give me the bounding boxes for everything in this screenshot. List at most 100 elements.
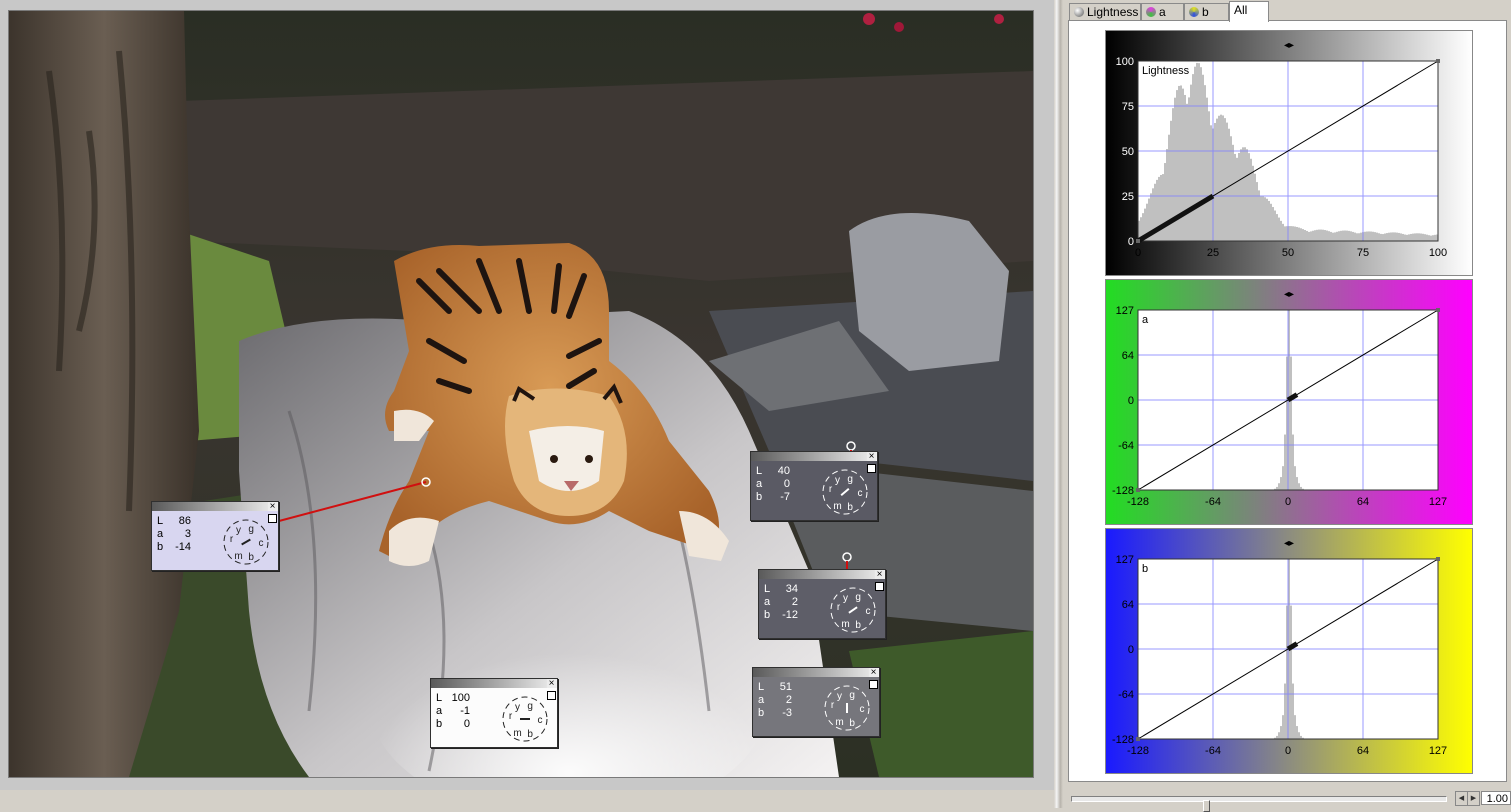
probe-title-bar[interactable] bbox=[759, 570, 885, 579]
L-value: 86 bbox=[178, 515, 191, 527]
y-tick-label: -128 bbox=[1112, 485, 1134, 497]
zoom-slider-thumb[interactable] bbox=[1203, 800, 1210, 812]
probe-title-bar[interactable] bbox=[152, 502, 278, 511]
x-tick-label: 127 bbox=[1429, 745, 1447, 757]
L-label: L bbox=[758, 681, 765, 693]
L-value: 51 bbox=[779, 681, 792, 693]
dial-letter-r: r bbox=[230, 534, 234, 545]
y-tick-label: -64 bbox=[1118, 689, 1134, 701]
L-label: L bbox=[764, 583, 771, 595]
curve-handle-end bbox=[1436, 557, 1440, 561]
dial-letter-g: g bbox=[847, 474, 853, 485]
x-tick-label: 0 bbox=[1285, 745, 1291, 757]
dial-letter-g: g bbox=[248, 524, 254, 535]
close-icon[interactable]: × bbox=[867, 452, 876, 462]
tiger-photo[interactable] bbox=[8, 10, 1034, 778]
L-label: L bbox=[436, 692, 443, 704]
curve-channel-label: Lightness bbox=[1142, 65, 1190, 77]
tab-label: All bbox=[1234, 3, 1248, 17]
curve-handle-end bbox=[1436, 59, 1440, 63]
x-tick-label: 127 bbox=[1429, 496, 1447, 508]
dial-needle bbox=[848, 606, 858, 614]
lightness-curve-panel[interactable]: ◂▸ Lightness 0 25 50 75 100 100 75 50 25 0 bbox=[1105, 30, 1473, 276]
zoom-bar: ◀ ▶ 1.00 bbox=[1063, 788, 1511, 812]
image-panel: × . L86 a3 b-14 rygcbm × . L40 a0 b-7 ry… bbox=[0, 0, 1054, 790]
dial-letter-y: y bbox=[835, 475, 840, 486]
x-tick-label: -64 bbox=[1205, 496, 1221, 508]
b-label: b bbox=[157, 541, 164, 553]
x-tick-label: 25 bbox=[1207, 247, 1219, 259]
panel-splitter[interactable] bbox=[1054, 0, 1063, 808]
b-label: b bbox=[436, 718, 443, 730]
color-probe-2[interactable]: × . L40 a0 b-7 rygcbm bbox=[750, 451, 878, 521]
b-value: -7 bbox=[780, 491, 790, 503]
hue-dial-icon: ry gcbm bbox=[830, 587, 876, 633]
tab-b[interactable]: b bbox=[1184, 3, 1229, 20]
x-tick-label: 64 bbox=[1357, 745, 1369, 757]
a-curve[interactable]: ◂▸ a -128 -64 0 64 127 127 64 0 -64 -128 bbox=[1106, 280, 1472, 524]
expand-arrows-icon: ◂▸ bbox=[1284, 40, 1294, 51]
zoom-value[interactable]: 1.00 bbox=[1481, 791, 1511, 805]
color-probe-1[interactable]: × . L86 a3 b-14 rygcbm bbox=[151, 501, 279, 571]
x-tick-label: 64 bbox=[1357, 496, 1369, 508]
color-probe-4[interactable]: × . L100 a-1 b0 rygcbm bbox=[430, 678, 558, 748]
zoom-slider[interactable] bbox=[1071, 796, 1447, 812]
b-label: b bbox=[764, 609, 771, 621]
probe-values: L 51 a 2 b -3 bbox=[758, 681, 792, 720]
dial-letter-b: b bbox=[248, 552, 254, 563]
dial-letter-y: y bbox=[236, 525, 241, 536]
x-tick-label: 75 bbox=[1357, 247, 1369, 259]
probe-title-bar[interactable] bbox=[753, 668, 879, 677]
lightness-curve[interactable]: ◂▸ Lightness 0 25 50 75 100 100 75 50 25 0 bbox=[1106, 31, 1472, 275]
probe-title-bar[interactable] bbox=[431, 679, 557, 688]
L-label: L bbox=[157, 515, 164, 527]
color-probe-5[interactable]: × . L51 a2 b-3 rygcbm bbox=[752, 667, 880, 737]
b-label: b bbox=[756, 491, 763, 503]
a-curve-panel[interactable]: ◂▸ a -128 -64 0 64 127 127 64 0 -64 -128 bbox=[1105, 279, 1473, 525]
a-label: a bbox=[764, 596, 771, 608]
x-tick-label: 0 bbox=[1135, 247, 1141, 259]
b-value: -14 bbox=[175, 541, 191, 553]
dial-letter-b: b bbox=[527, 729, 533, 740]
dial-letter-m: m bbox=[513, 728, 521, 739]
x-tick-label: -64 bbox=[1205, 745, 1221, 757]
L-value: 34 bbox=[785, 583, 798, 595]
close-icon[interactable]: × bbox=[268, 502, 277, 512]
probe-values: L 100 a -1 b 0 bbox=[436, 692, 470, 731]
close-icon[interactable]: × bbox=[869, 668, 878, 678]
close-icon[interactable]: × bbox=[547, 679, 556, 689]
y-tick-label: 127 bbox=[1116, 305, 1134, 317]
x-tick-label: 50 bbox=[1282, 247, 1294, 259]
dial-letter-y: y bbox=[837, 691, 842, 702]
tab-label: b bbox=[1202, 5, 1209, 19]
dial-needle bbox=[241, 538, 251, 546]
x-tick-label: -128 bbox=[1127, 745, 1149, 757]
a-label: a bbox=[157, 528, 164, 540]
curve-handle-end bbox=[1436, 308, 1440, 312]
b-curve-panel[interactable]: ◂▸ b -128 -64 0 64 127 127 64 0 -64 -128 bbox=[1105, 528, 1473, 774]
color-probe-3[interactable]: × . L34 a2 b-12 rygcbm bbox=[758, 569, 886, 639]
expand-arrows-icon: ◂▸ bbox=[1284, 289, 1294, 300]
probe-title-bar[interactable] bbox=[751, 452, 877, 461]
dial-letter-c: c bbox=[860, 704, 865, 715]
a-value: 0 bbox=[783, 478, 790, 490]
tab-lightness[interactable]: Lightness bbox=[1069, 3, 1141, 20]
x-tick-label: 100 bbox=[1429, 247, 1447, 259]
lightness-icon bbox=[1074, 7, 1084, 17]
y-tick-label: -64 bbox=[1118, 440, 1134, 452]
close-icon[interactable]: × bbox=[875, 570, 884, 580]
tab-a[interactable]: a bbox=[1141, 3, 1184, 20]
y-tick-label: 64 bbox=[1122, 599, 1134, 611]
probe-values: L 40 a 0 b -7 bbox=[756, 465, 790, 504]
b-curve[interactable]: ◂▸ b -128 -64 0 64 127 127 64 0 -64 -128 bbox=[1106, 529, 1472, 773]
L-value: 40 bbox=[777, 465, 790, 477]
a-label: a bbox=[758, 694, 765, 706]
curve-channel-label: a bbox=[1142, 314, 1149, 326]
dial-letter-b: b bbox=[849, 718, 855, 729]
dial-letter-c: c bbox=[259, 538, 264, 549]
spin-right-icon[interactable]: ▶ bbox=[1467, 791, 1480, 806]
dial-letter-g: g bbox=[527, 701, 533, 712]
tab-all[interactable]: All bbox=[1229, 1, 1269, 22]
curves-panel: Lightness a b All ◂▸ Lightness 0 25 50 75 100 1… bbox=[1063, 0, 1511, 812]
hue-dial-icon: ry gcbm bbox=[223, 519, 269, 565]
